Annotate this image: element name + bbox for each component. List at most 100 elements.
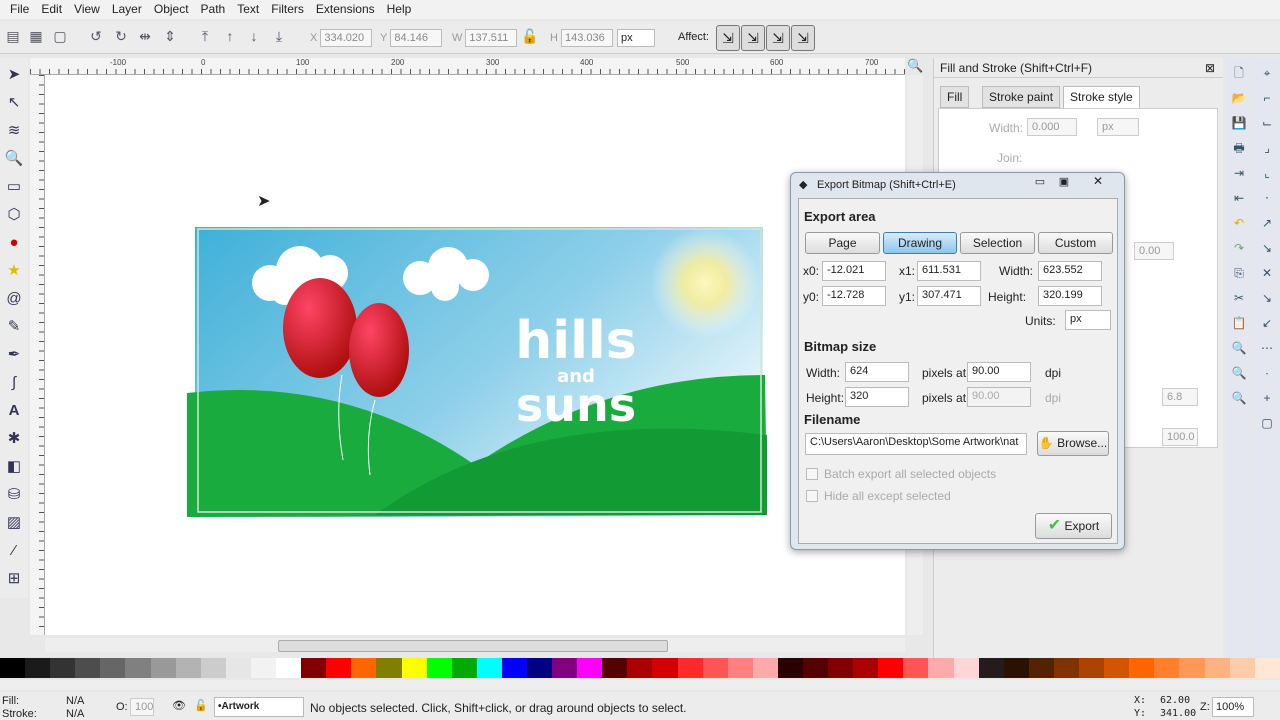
menu-object[interactable]: Object (148, 0, 195, 19)
y1-input[interactable]: 307.471 (917, 286, 981, 306)
menu-layer[interactable]: Layer (106, 0, 148, 19)
palette-swatch[interactable] (50, 658, 76, 678)
x0-input[interactable]: -12.021 (822, 261, 886, 281)
palette-swatch[interactable] (100, 658, 126, 678)
w-input[interactable]: 137.511 (465, 29, 518, 47)
close-icon[interactable]: ⊠ (1205, 61, 1215, 75)
palette-swatch[interactable] (828, 658, 854, 678)
zoom-input[interactable]: 100% (1212, 697, 1254, 717)
y0-input[interactable]: -12.728 (822, 286, 886, 306)
layer-select[interactable]: •Artwork (214, 697, 304, 717)
menu-filters[interactable]: Filters (265, 0, 310, 19)
node-tool-icon[interactable]: ↖ (3, 92, 25, 114)
palette-swatch[interactable] (0, 658, 26, 678)
spiral-tool-icon[interactable]: @ (3, 288, 25, 310)
palette-swatch[interactable] (1179, 658, 1205, 678)
rectangle-tool-icon[interactable]: ▭ (3, 176, 25, 198)
print-icon[interactable]: 🖶 (1229, 138, 1249, 158)
palette-swatch[interactable] (652, 658, 678, 678)
zoom-page-icon[interactable]: 🔍 (1229, 388, 1249, 408)
palette-swatch[interactable] (1028, 658, 1054, 678)
layer-lock-icon[interactable]: 🔓 (194, 699, 208, 712)
scale-stroke-toggle[interactable]: ⇲ (716, 25, 740, 51)
copy-icon[interactable]: ⎘ (1229, 263, 1249, 283)
palette-swatch[interactable] (351, 658, 377, 678)
lower-icon[interactable]: ↓ (245, 28, 263, 46)
palette-swatch[interactable] (451, 658, 477, 678)
stroke-width-input[interactable]: 0.000 (1027, 118, 1077, 136)
x-field[interactable]: X 334.020 (310, 28, 373, 48)
unit-select[interactable]: px (617, 28, 655, 48)
redo-icon[interactable]: ↷ (1229, 238, 1249, 258)
rotate-cw-icon[interactable]: ↻ (112, 28, 130, 46)
snap-smooth-icon[interactable]: ↙ (1257, 313, 1277, 333)
y-field[interactable]: Y 84.146 (380, 28, 443, 48)
palette-swatch[interactable] (803, 658, 829, 678)
snap-midpoint-icon[interactable]: ⌞ (1257, 163, 1277, 183)
undo-icon[interactable]: ↶ (1229, 213, 1249, 233)
palette-swatch[interactable] (476, 658, 502, 678)
open-icon[interactable]: 📂 (1229, 88, 1249, 108)
x1-input[interactable]: 611.531 (917, 261, 981, 281)
h-input[interactable]: 143.036 (560, 29, 613, 47)
palette-swatch[interactable] (501, 658, 527, 678)
ellipse-tool-icon[interactable]: ● (3, 232, 25, 254)
snap-path-icon[interactable]: ↘ (1257, 238, 1277, 258)
raise-to-top-icon[interactable]: ⤒ (196, 28, 214, 46)
snap-centers-icon[interactable]: ∙ (1257, 363, 1277, 383)
lower-to-bottom-icon[interactable]: ⤓ (270, 28, 288, 46)
miter-input[interactable]: 0.00 (1134, 242, 1174, 260)
snap-edge-icon[interactable]: ⌙ (1257, 113, 1277, 133)
w-field[interactable]: W 137.511 (452, 28, 518, 48)
import-icon[interactable]: ⇥ (1229, 163, 1249, 183)
palette-swatch[interactable] (526, 658, 553, 678)
connector-tool-icon[interactable]: ⊞ (3, 568, 25, 590)
palette-swatch[interactable] (426, 658, 452, 678)
palette-swatch[interactable] (853, 658, 879, 678)
bitmap-height-input[interactable]: 320 (845, 387, 909, 407)
stroke-unit-select[interactable]: px (1097, 118, 1139, 136)
spray-tool-icon[interactable]: ✱ (3, 428, 25, 450)
palette-swatch[interactable] (978, 658, 1004, 678)
menu-file[interactable]: File (4, 0, 35, 19)
rotate-ccw-icon[interactable]: ↺ (87, 28, 105, 46)
bucket-tool-icon[interactable]: ⛁ (3, 484, 25, 506)
selection-button[interactable]: Selection (960, 232, 1035, 254)
star-tool-icon[interactable]: ★ (3, 260, 25, 282)
menu-text[interactable]: Text (231, 0, 265, 19)
snap-corner-icon[interactable]: ⌟ (1257, 138, 1277, 158)
raise-icon[interactable]: ↑ (221, 28, 239, 46)
snap-midpoints-icon[interactable]: ⋯ (1257, 338, 1277, 358)
menu-path[interactable]: Path (195, 0, 232, 19)
menu-view[interactable]: View (68, 0, 106, 19)
palette-swatch[interactable] (903, 658, 929, 678)
selector-tool-icon[interactable]: ➤ (3, 64, 25, 86)
snap-bbox-icon[interactable]: ⌐ (1257, 88, 1277, 108)
palette-swatch[interactable] (677, 658, 703, 678)
zoom-drawing-icon[interactable]: 🔍 (1229, 363, 1249, 383)
area-width-input[interactable]: 623.552 (1038, 261, 1102, 281)
browse-button[interactable]: ✋ Browse... (1037, 431, 1109, 456)
value-input[interactable]: 100.0 (1162, 428, 1198, 446)
pencil-tool-icon[interactable]: ✎ (3, 316, 25, 338)
close-icon[interactable]: ✕ (1087, 174, 1109, 188)
palette-swatch[interactable] (150, 658, 176, 678)
palette-swatch[interactable] (401, 658, 427, 678)
palette-swatch[interactable] (552, 658, 578, 678)
palette-swatch[interactable] (1104, 658, 1130, 678)
pen-tool-icon[interactable]: ✒ (3, 344, 25, 366)
opacity-input[interactable]: 100 (130, 698, 154, 716)
gradient-tool-icon[interactable]: ▨ (3, 512, 25, 534)
maximize-icon[interactable]: ▣ (1053, 175, 1075, 188)
palette-swatch[interactable] (602, 658, 628, 678)
palette-swatch[interactable] (75, 658, 101, 678)
palette-swatch[interactable] (727, 658, 753, 678)
palette-swatch[interactable] (577, 658, 603, 678)
move-gradients-toggle[interactable]: ⇲ (766, 25, 790, 51)
palette-scrollbar[interactable] (0, 680, 1280, 690)
3d-box-tool-icon[interactable]: ⬡ (3, 204, 25, 226)
eraser-tool-icon[interactable]: ◧ (3, 456, 25, 478)
palette-swatch[interactable] (25, 658, 51, 678)
x-input[interactable]: 334.020 (320, 29, 373, 47)
bitmap-width-input[interactable]: 624 (845, 362, 909, 382)
